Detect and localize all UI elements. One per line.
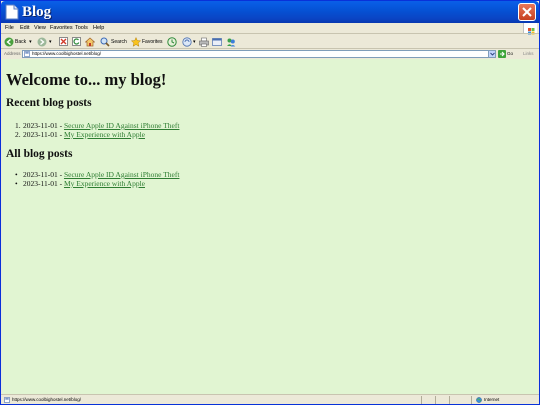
favorites-label: Favorites xyxy=(142,38,163,45)
search-icon xyxy=(100,37,110,47)
page-title: Welcome to... my blog! xyxy=(6,70,167,89)
home-icon xyxy=(85,37,95,46)
menu-bar: File Edit View Favorites Tools Help xyxy=(1,23,539,33)
toolbar: Back ▾ ▾ Search Favorites ▾ xyxy=(1,33,539,48)
forward-button[interactable]: ▾ xyxy=(37,36,52,47)
go-button[interactable] xyxy=(498,50,506,58)
search-button[interactable]: Search xyxy=(100,36,127,47)
mail-icon xyxy=(182,36,192,47)
recent-posts-heading: Recent blog posts xyxy=(6,97,92,109)
all-posts-heading: All blog posts xyxy=(6,148,73,160)
post-link[interactable]: My Experience with Apple xyxy=(64,130,145,139)
address-input[interactable]: https://www.coolbighostel.net/blog/ xyxy=(22,50,496,58)
star-icon xyxy=(131,36,141,47)
page-content: Welcome to... my blog! Recent blog posts… xyxy=(2,59,538,394)
favorites-button[interactable]: Favorites xyxy=(131,36,163,47)
links-label[interactable]: Links xyxy=(523,51,534,57)
post-date: 2023-11-01 xyxy=(23,170,58,179)
menu-view[interactable]: View xyxy=(34,25,46,31)
browser-window: Blog File Edit View Favorites Tools Help… xyxy=(0,0,540,405)
recent-posts-list: 1. 2023-11-01 - Secure Apple ID Against i… xyxy=(15,121,179,139)
back-button[interactable]: Back ▾ xyxy=(4,36,32,47)
mail-button[interactable]: ▾ xyxy=(182,36,196,47)
list-item: • 2023-11-01 - Secure Apple ID Against iP… xyxy=(15,170,179,179)
status-text: https://www.coolbighostel.net/blog/ xyxy=(12,397,82,402)
post-link[interactable]: Secure Apple ID Against iPhone Theft xyxy=(64,170,179,179)
close-button[interactable] xyxy=(518,3,536,21)
go-arrow-icon xyxy=(500,51,505,57)
history-icon xyxy=(167,36,177,47)
globe-icon xyxy=(476,397,482,403)
list-marker: 1. xyxy=(15,121,21,130)
list-marker: • xyxy=(15,170,18,179)
status-divider xyxy=(421,396,422,404)
printer-icon xyxy=(199,37,209,47)
history-button[interactable] xyxy=(167,36,177,47)
page-loaded-icon xyxy=(4,397,10,403)
list-item: 2. 2023-11-01 - My Experience with Apple xyxy=(15,130,179,139)
menu-edit[interactable]: Edit xyxy=(20,25,29,31)
stop-button[interactable] xyxy=(59,36,68,47)
menu-file[interactable]: File xyxy=(5,25,14,31)
forward-dropdown-icon[interactable]: ▾ xyxy=(49,39,52,45)
security-zone: Internet xyxy=(484,397,500,402)
status-divider xyxy=(435,396,436,404)
windows-logo-icon xyxy=(523,23,537,35)
close-icon xyxy=(522,7,532,17)
mail-dropdown-icon[interactable]: ▾ xyxy=(193,39,196,45)
address-bar: Address https://www.coolbighostel.net/bl… xyxy=(1,48,539,58)
post-link[interactable]: My Experience with Apple xyxy=(64,179,145,188)
stop-icon xyxy=(59,37,68,46)
address-dropdown-icon[interactable] xyxy=(488,51,495,57)
refresh-button[interactable] xyxy=(72,36,81,47)
back-dropdown-icon[interactable]: ▾ xyxy=(29,39,32,45)
menu-tools[interactable]: Tools xyxy=(75,25,88,31)
list-marker: 2. xyxy=(15,130,21,139)
status-divider xyxy=(471,396,472,404)
menu-favorites[interactable]: Favorites xyxy=(50,25,73,31)
list-marker: • xyxy=(15,179,18,188)
messenger-icon xyxy=(227,38,236,46)
post-date: 2023-11-01 xyxy=(23,121,58,130)
forward-arrow-icon xyxy=(37,37,47,46)
address-label: Address xyxy=(4,51,21,56)
menu-help[interactable]: Help xyxy=(93,25,104,31)
post-link[interactable]: Secure Apple ID Against iPhone Theft xyxy=(64,121,179,130)
status-divider xyxy=(449,396,450,404)
refresh-icon xyxy=(72,37,81,46)
window-title: Blog xyxy=(22,4,52,20)
go-label[interactable]: Go xyxy=(507,51,513,57)
print-button[interactable] xyxy=(199,36,209,47)
title-bar[interactable]: Blog xyxy=(1,1,539,23)
search-label: Search xyxy=(111,38,127,45)
edit-button[interactable] xyxy=(212,36,222,47)
list-item: 1. 2023-11-01 - Secure Apple ID Against i… xyxy=(15,121,179,130)
post-date: 2023-11-01 xyxy=(23,130,58,139)
back-arrow-icon xyxy=(4,37,14,46)
list-item: • 2023-11-01 - My Experience with Apple xyxy=(15,179,179,188)
document-icon xyxy=(5,4,19,20)
page-icon xyxy=(24,51,30,57)
back-label: Back xyxy=(15,38,27,45)
messenger-button[interactable] xyxy=(226,36,236,47)
post-date: 2023-11-01 xyxy=(23,179,58,188)
address-url: https://www.coolbighostel.net/blog/ xyxy=(32,51,102,56)
edit-page-icon xyxy=(212,37,222,46)
home-button[interactable] xyxy=(85,36,95,47)
all-posts-list: • 2023-11-01 - Secure Apple ID Against iP… xyxy=(15,170,179,188)
status-bar: https://www.coolbighostel.net/blog/ Inte… xyxy=(1,394,539,404)
